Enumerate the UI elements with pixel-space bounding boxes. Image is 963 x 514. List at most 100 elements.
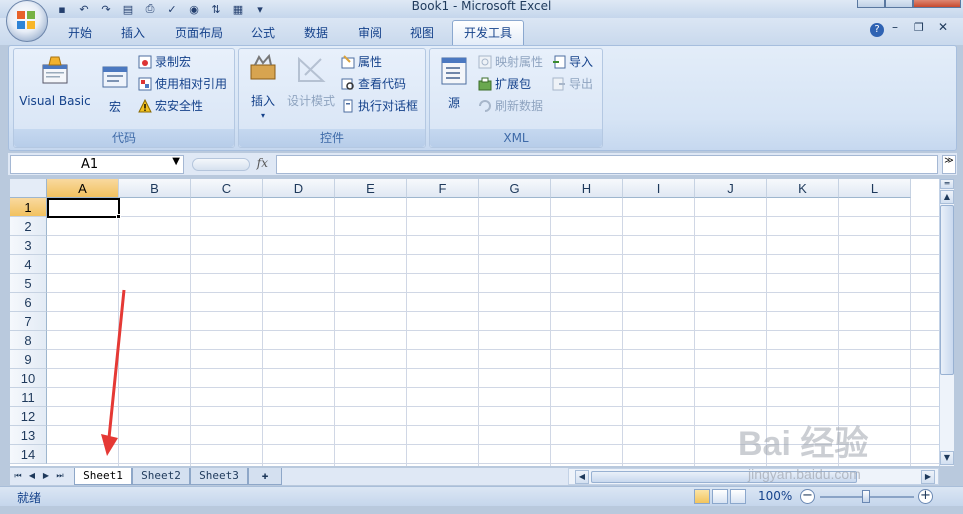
row-header-14[interactable]: 14 <box>10 445 47 464</box>
maximize-button[interactable] <box>885 0 913 8</box>
tab-review[interactable]: 审阅 <box>348 22 392 44</box>
macros-icon <box>102 66 128 88</box>
window-title: Book1 - Microsoft Excel <box>411 0 552 13</box>
row-header-10[interactable]: 10 <box>10 369 47 388</box>
row-header-12[interactable]: 12 <box>10 407 47 426</box>
tab-data[interactable]: 数据 <box>294 22 338 44</box>
column-header-b[interactable]: B <box>119 179 191 198</box>
properties-button[interactable]: 属性 <box>341 53 382 71</box>
refresh-data-button[interactable]: 刷新数据 <box>478 97 543 115</box>
zoom-in-icon[interactable]: + <box>918 489 933 504</box>
expansion-packs-button[interactable]: 扩展包 <box>478 75 531 93</box>
prev-sheet-icon[interactable]: ◀ <box>26 470 38 482</box>
tab-home[interactable]: 开始 <box>58 22 102 44</box>
group-code-title: 代码 <box>14 129 234 147</box>
column-header-k[interactable]: K <box>767 179 839 198</box>
row-header-1[interactable]: 1 <box>10 198 47 217</box>
row-header-7[interactable]: 7 <box>10 312 47 331</box>
column-header-f[interactable]: F <box>407 179 479 198</box>
tab-formulas[interactable]: 公式 <box>241 22 285 44</box>
record-macro-button[interactable]: 录制宏 <box>138 53 191 71</box>
help-icon[interactable]: ? <box>870 23 884 37</box>
select-all-corner[interactable] <box>10 179 47 198</box>
scroll-up-icon[interactable]: ▲ <box>940 190 954 204</box>
view-code-button[interactable]: 查看代码 <box>341 75 406 93</box>
expand-formula-bar-icon[interactable]: ≫ <box>942 155 956 174</box>
run-dialog-button[interactable]: 执行对话框 <box>341 97 418 115</box>
macro-security-button[interactable]: 宏安全性 <box>138 97 203 115</box>
tab-insert[interactable]: 插入 <box>111 22 155 44</box>
vertical-scroll-thumb[interactable] <box>940 205 954 375</box>
insert-sheet-icon[interactable]: ✚ <box>248 468 282 485</box>
column-header-j[interactable]: J <box>695 179 767 198</box>
formula-bar-resize-handle[interactable] <box>192 158 250 171</box>
macros-button[interactable]: 宏 <box>98 63 132 115</box>
zoom-out-icon[interactable]: − <box>800 489 815 504</box>
visual-basic-button[interactable]: Visual Basic <box>18 55 92 108</box>
design-mode-button[interactable]: 设计模式 <box>285 53 337 109</box>
column-header-g[interactable]: G <box>479 179 551 198</box>
insert-controls-button[interactable]: 插入 ▾ <box>243 53 283 120</box>
row-header-4[interactable]: 4 <box>10 255 47 274</box>
scroll-left-icon[interactable]: ◀ <box>575 470 589 484</box>
zoom-slider-thumb[interactable] <box>862 490 870 503</box>
expansion-packs-icon <box>478 77 492 91</box>
scroll-down-icon[interactable]: ▼ <box>940 451 954 465</box>
chevron-down-icon[interactable]: ▼ <box>172 156 180 167</box>
formula-input[interactable] <box>276 155 938 174</box>
column-header-a[interactable]: A <box>47 179 119 198</box>
column-header-c[interactable]: C <box>191 179 263 198</box>
active-cell-a1[interactable] <box>47 198 120 218</box>
next-sheet-icon[interactable]: ▶ <box>40 470 52 482</box>
office-button[interactable] <box>6 0 48 42</box>
grid-hline <box>47 406 939 407</box>
group-controls-title: 控件 <box>239 129 425 147</box>
row-header-2[interactable]: 2 <box>10 217 47 236</box>
tab-developer[interactable]: 开发工具 <box>452 20 524 45</box>
workbook-close-icon[interactable]: ✕ <box>938 20 948 34</box>
insert-function-icon[interactable]: fx <box>257 156 268 170</box>
sheet-tab-sheet3[interactable]: Sheet3 <box>190 468 248 485</box>
column-header-d[interactable]: D <box>263 179 335 198</box>
expansion-packs-label: 扩展包 <box>495 77 532 91</box>
first-sheet-icon[interactable]: ⏮ <box>12 470 24 482</box>
xml-import-button[interactable]: 导入 <box>552 53 593 71</box>
ribbon: Visual Basic 宏 录制宏 使用相对引用 宏安全性 代码 插入 ▾ 设… <box>8 45 957 151</box>
split-box-icon[interactable]: ═ <box>940 179 954 189</box>
view-buttons <box>694 489 746 504</box>
ribbon-minimize-icon[interactable]: – <box>892 20 898 34</box>
page-break-view-icon[interactable] <box>730 489 746 504</box>
xml-source-button[interactable]: 源 <box>434 55 474 111</box>
name-box[interactable]: A1 ▼ <box>10 155 184 174</box>
column-header-l[interactable]: L <box>839 179 911 198</box>
grid-hline <box>47 349 939 350</box>
column-header-i[interactable]: I <box>623 179 695 198</box>
column-header-e[interactable]: E <box>335 179 407 198</box>
row-header-5[interactable]: 5 <box>10 274 47 293</box>
ribbon-restore-icon[interactable]: ❐ <box>914 21 924 34</box>
toolbox-icon <box>250 53 276 80</box>
last-sheet-icon[interactable]: ⏭ <box>54 470 66 482</box>
row-header-13[interactable]: 13 <box>10 426 47 445</box>
xml-export-button[interactable]: 导出 <box>552 75 593 93</box>
tab-page-layout[interactable]: 页面布局 <box>166 22 232 44</box>
row-header-11[interactable]: 11 <box>10 388 47 407</box>
sheet-tab-sheet2[interactable]: Sheet2 <box>132 468 190 485</box>
row-header-8[interactable]: 8 <box>10 331 47 350</box>
page-layout-view-icon[interactable] <box>712 489 728 504</box>
relative-refs-button[interactable]: 使用相对引用 <box>138 75 227 93</box>
column-header-h[interactable]: H <box>551 179 623 198</box>
fill-handle[interactable] <box>116 214 121 219</box>
normal-view-icon[interactable] <box>694 489 710 504</box>
row-header-6[interactable]: 6 <box>10 293 47 312</box>
tab-view[interactable]: 视图 <box>400 22 444 44</box>
sheet-tab-sheet1[interactable]: Sheet1 <box>74 468 132 485</box>
row-header-3[interactable]: 3 <box>10 236 47 255</box>
vertical-scrollbar[interactable]: ═ ▲ ▼ <box>939 179 954 466</box>
map-properties-button[interactable]: 映射属性 <box>478 53 543 71</box>
row-header-9[interactable]: 9 <box>10 350 47 369</box>
zoom-level[interactable]: 100% <box>758 489 792 503</box>
close-button[interactable] <box>913 0 961 8</box>
minimize-button[interactable] <box>857 0 885 8</box>
grid-hline <box>47 235 939 236</box>
